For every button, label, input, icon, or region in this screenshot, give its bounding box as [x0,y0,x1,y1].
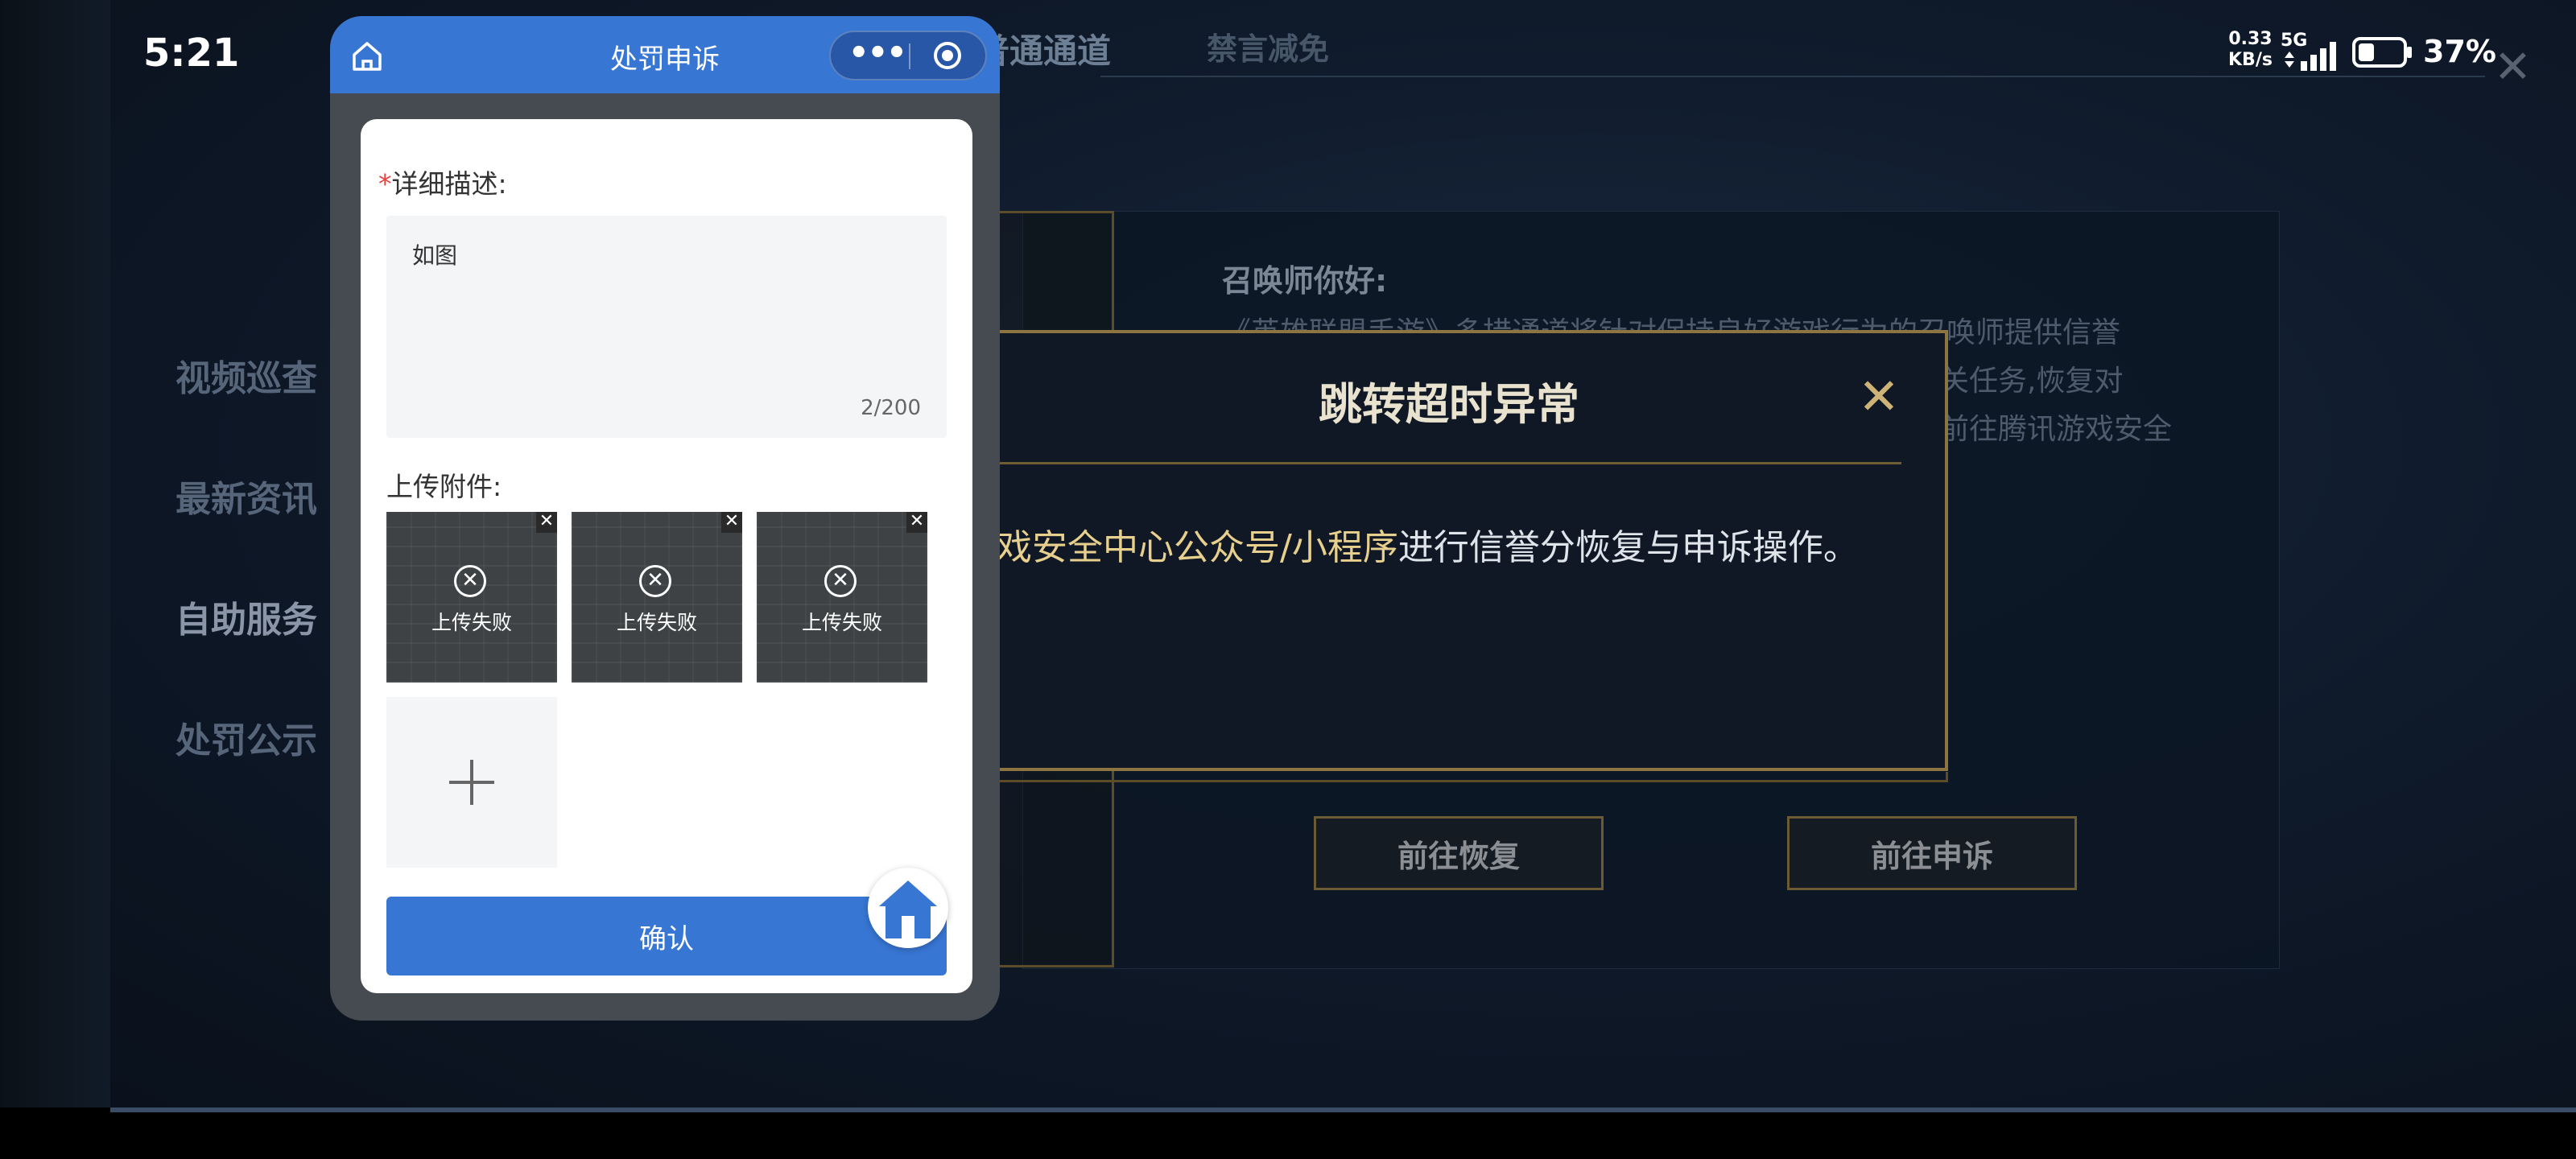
mini-program-window: 处罚申诉 ••• *详细描述: 如图 2/200 上传附件: ✕ ✕ 上传失败 … [330,16,1000,1021]
description-textarea[interactable]: 如图 2/200 [386,216,947,438]
upload-failed-icon: ✕ [824,565,857,597]
delete-icon[interactable]: ✕ [536,512,557,533]
plus-icon-vertical [470,760,473,805]
greeting-line-2: 关任务,恢复对 [1940,365,2124,398]
dialog-message-rest: 进行信誉分恢复与申诉操作。 [1397,527,1859,568]
status-time: 5:21 [143,31,240,76]
upload-status: 上传失败 [431,611,512,634]
description-label: *详细描述: [378,163,507,201]
sidebar-item-self-service[interactable]: 自助服务 [175,591,317,642]
capsule-divider [909,43,910,69]
capsule-menu: ••• [829,31,987,80]
floating-home-button[interactable] [868,868,948,948]
add-attachment-button[interactable] [386,697,557,868]
required-mark: * [378,168,392,200]
network-speed: 0.33 KB/s [2228,29,2273,71]
greeting-line-3: 前往腾讯游戏安全 [1940,413,2173,446]
description-value: 如图 [412,242,458,269]
attachment-thumbnail[interactable]: ✕ ✕ 上传失败 [757,512,927,683]
upload-failed-icon: ✕ [639,565,671,597]
timeout-dialog: 跳转超时异常 ✕ 戏安全中心公众号/小程序进行信誉分恢复与申诉操作。 [950,330,1948,782]
battery-icon [2352,37,2412,68]
upload-status: 上传失败 [801,611,882,634]
tab-mute-reduction[interactable]: 禁言减免 [1207,24,1329,68]
appeal-form: *详细描述: 如图 2/200 上传附件: ✕ ✕ 上传失败 ✕ ✕ 上传失败 … [361,119,972,993]
attachment-thumbnail[interactable]: ✕ ✕ 上传失败 [386,512,557,683]
bottom-divider [110,1107,2576,1112]
confirm-button[interactable]: 确认 [386,897,947,975]
greeting-title: 召唤师你好: [1222,263,1388,299]
signal-icon [2285,42,2336,71]
attachment-thumbnail[interactable]: ✕ ✕ 上传失败 [572,512,742,683]
network-speed-value: 0.33 [2228,29,2273,49]
go-appeal-button[interactable]: 前往申诉 [1787,816,2077,890]
tab-divider [1100,76,2485,77]
left-edge-shade [0,0,110,1107]
network-speed-unit: KB/s [2228,50,2273,70]
delete-icon[interactable]: ✕ [906,512,927,533]
dialog-divider [985,462,1901,464]
close-target-icon[interactable] [934,42,961,69]
sidebar-item-penalty-notice[interactable]: 处罚公示 [175,711,317,763]
more-icon[interactable]: ••• [848,34,907,79]
description-label-text: 详细描述: [391,168,507,200]
go-restore-button[interactable]: 前往恢复 [1314,816,1604,890]
description-char-count: 2/200 [861,396,921,420]
mini-program-header: 处罚申诉 ••• [330,16,1000,93]
dialog-message-highlight: 戏安全中心公众号/小程序 [997,527,1398,568]
upload-status: 上传失败 [616,611,697,634]
close-icon[interactable]: ✕ [2494,45,2532,90]
upload-failed-icon: ✕ [454,565,486,597]
dialog-title: 跳转超时异常 [1319,379,1579,430]
sidebar-item-video-patrol[interactable]: 视频巡查 [175,349,317,401]
sidebar-item-news[interactable]: 最新资讯 [175,470,317,522]
attachment-label: 上传附件: [386,471,502,502]
home-icon [879,881,937,938]
dialog-message: 戏安全中心公众号/小程序进行信誉分恢复与申诉操作。 [997,518,1859,570]
battery-percent: 37% [2423,34,2496,69]
delete-icon[interactable]: ✕ [721,512,742,533]
dialog-close-icon[interactable]: ✕ [1858,372,1900,422]
